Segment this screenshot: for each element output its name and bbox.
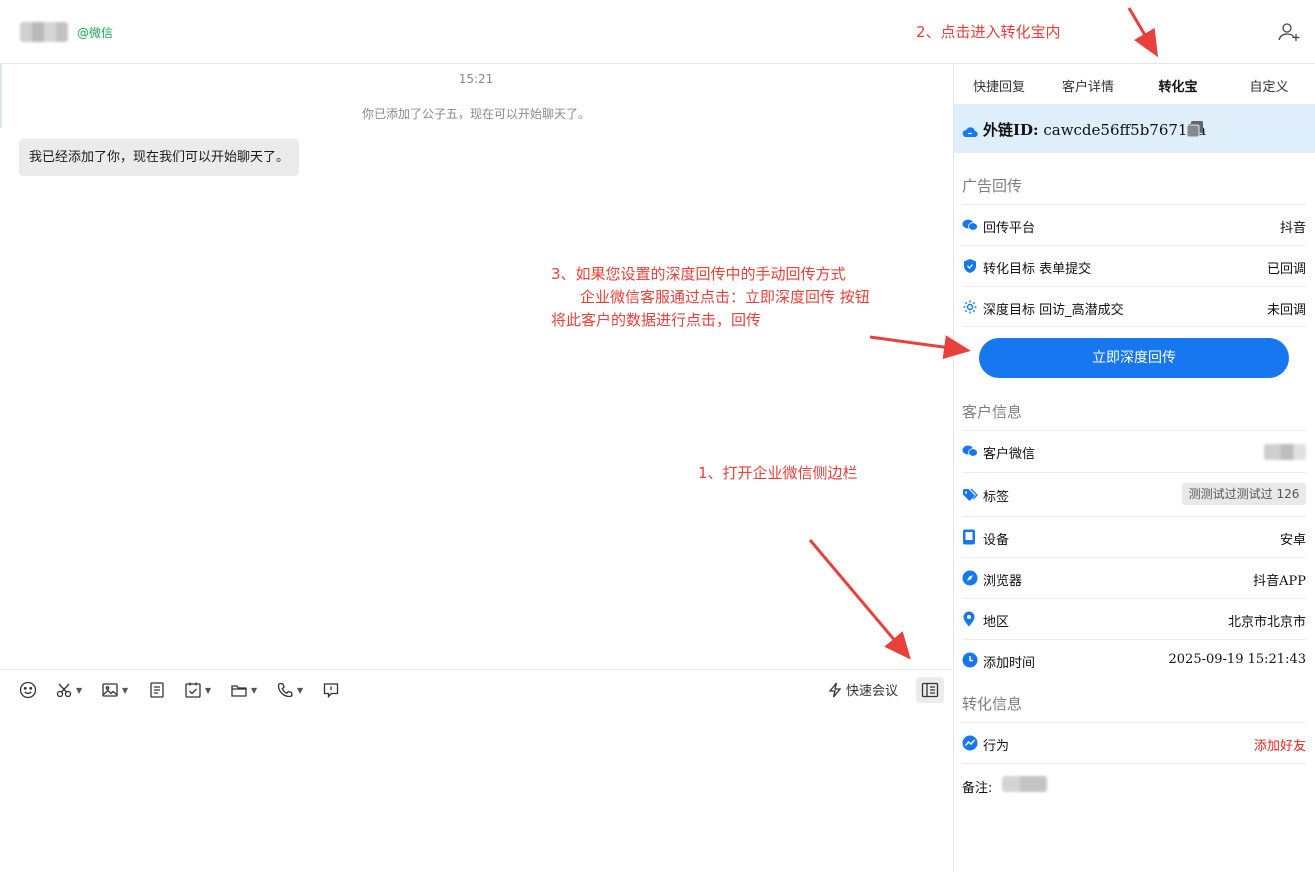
annotation-arrows: [808, 7, 1159, 660]
arrow-step3: [869, 335, 971, 360]
arrow-step1: [808, 539, 911, 660]
arrow-step2: [1127, 7, 1159, 58]
